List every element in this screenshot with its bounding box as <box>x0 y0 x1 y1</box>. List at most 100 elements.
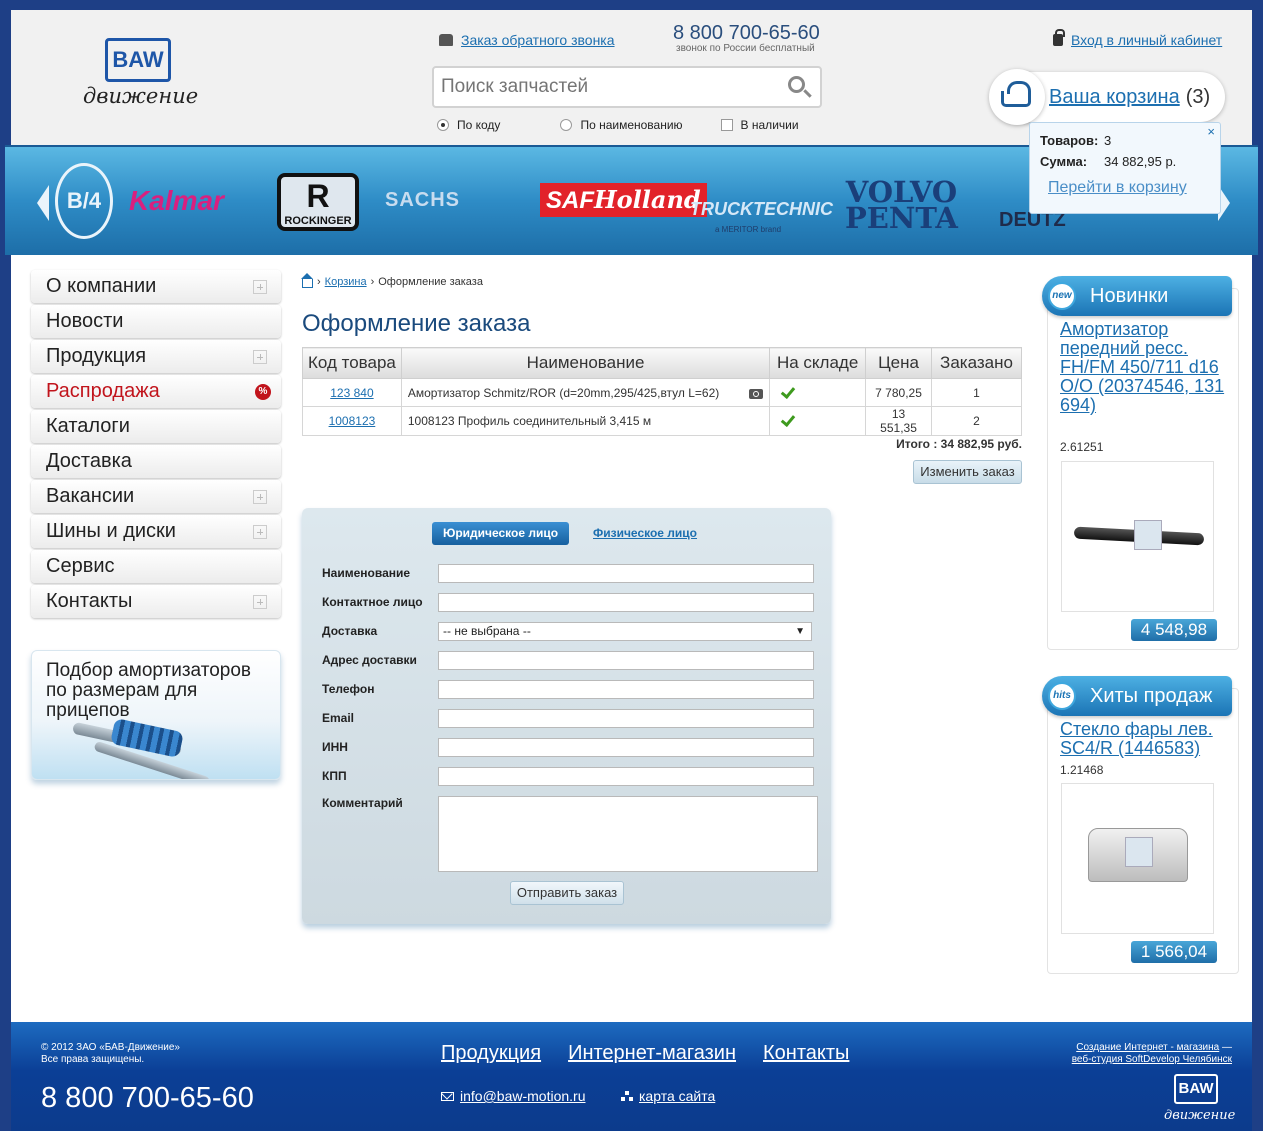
cart-sum-value: 34 882,95 р. <box>1104 154 1177 169</box>
footer-logo[interactable]: BAW движение <box>1164 1074 1236 1126</box>
search-icon[interactable] <box>788 76 812 100</box>
product-code-link[interactable]: 123 840 <box>330 386 373 400</box>
change-order-button[interactable]: Изменить заказ <box>913 460 1022 484</box>
menu-item-delivery[interactable]: Доставка <box>31 445 281 478</box>
expand-icon[interactable] <box>253 350 267 364</box>
contact-field[interactable] <box>438 593 814 612</box>
login-link[interactable]: Вход в личный кабинет <box>1071 32 1222 48</box>
brand-volvo-penta[interactable]: VOLVO PENTA <box>845 178 958 233</box>
expand-icon[interactable] <box>253 525 267 539</box>
cell-name: 1008123 Профиль соединительный 3,415 м <box>400 406 771 436</box>
go-to-cart-link[interactable]: Перейти в корзину <box>1048 179 1210 197</box>
comment-textarea[interactable] <box>438 796 818 872</box>
shock-absorber-promo[interactable]: Подбор амортизаторов по размерам для при… <box>31 650 281 780</box>
footer-logo-script: движение <box>1164 1108 1236 1123</box>
label-address: Адрес доставки <box>322 653 417 667</box>
footer: © 2012 ЗАО «БАВ-Движение» Все права защи… <box>11 1022 1252 1131</box>
credit-studio-link[interactable]: веб-студия SoftDevelop Челябинск <box>1072 1054 1232 1065</box>
expand-icon[interactable] <box>253 280 267 294</box>
address-field[interactable] <box>438 651 814 670</box>
hit-image[interactable] <box>1061 783 1214 934</box>
page-title: Оформление заказа <box>302 310 531 337</box>
name-field[interactable] <box>438 564 814 583</box>
email-link[interactable]: info@baw-motion.ru <box>460 1088 586 1104</box>
brand-sachs[interactable]: SACHS <box>385 189 460 212</box>
logo-script: движение <box>83 84 199 108</box>
cell-price: 13 551,35 <box>865 406 932 436</box>
kpp-field[interactable] <box>438 767 814 786</box>
brand-kalmar[interactable]: Kalmar <box>129 185 224 217</box>
brand-penta-text: PENTA <box>845 201 958 235</box>
cart-items-value: 3 <box>1104 133 1112 148</box>
basket-icon <box>989 69 1045 125</box>
radio-by-name[interactable]: По наименованию <box>560 118 683 132</box>
menu-item-tires[interactable]: Шины и диски <box>31 515 281 548</box>
expand-icon[interactable] <box>253 490 267 504</box>
breadcrumb-cart[interactable]: Корзина <box>325 276 367 288</box>
in-stock-checkbox[interactable]: В наличии <box>720 118 799 132</box>
expand-icon[interactable] <box>253 595 267 609</box>
cart-widget[interactable]: Ваша корзина (3) <box>989 69 1225 125</box>
menu-item-contacts[interactable]: Контакты <box>31 585 281 618</box>
brand-saf-text: SAF <box>546 187 594 214</box>
home-icon[interactable] <box>301 273 313 288</box>
site-logo[interactable]: BAW движение <box>77 32 199 127</box>
page: BAW движение Заказ обратного звонка 8 80… <box>5 10 1258 1131</box>
menu-item-catalogs[interactable]: Каталоги <box>31 410 281 443</box>
callback-link[interactable]: Заказ обратного звонка <box>461 32 615 48</box>
footer-nav-shop[interactable]: Интернет-магазин <box>568 1042 736 1065</box>
col-price: Цена <box>865 347 932 379</box>
delivery-select[interactable]: -- не выбрана -- ▼ <box>438 622 812 641</box>
camera-icon[interactable] <box>749 388 764 399</box>
inn-field[interactable] <box>438 738 814 757</box>
cart-sum-label: Сумма: <box>1040 154 1088 169</box>
menu-item-about[interactable]: О компании <box>31 270 281 303</box>
footer-nav-contacts[interactable]: Контакты <box>763 1042 849 1065</box>
copyright-line-2: Все права защищены. <box>41 1054 145 1065</box>
carousel-prev-icon[interactable] <box>37 185 49 221</box>
table-row: 123 840 Амортизатор Schmitz/ROR (d=20mm,… <box>302 378 1022 407</box>
tab-legal-entity[interactable]: Юридическое лицо <box>432 522 569 545</box>
checkbox-icon <box>720 119 733 131</box>
breadcrumb: › Корзина › Оформление заказа <box>301 273 483 288</box>
brand-rockinger[interactable]: ROCKINGER <box>277 173 359 231</box>
breadcrumb-current: Оформление заказа <box>378 276 483 288</box>
sitemap-icon <box>621 1091 633 1101</box>
menu-item-vacancies[interactable]: Вакансии <box>31 480 281 513</box>
credit-line-1: Создание Интернет - магазина — <box>1076 1042 1232 1053</box>
brand-b4[interactable]: B/4 <box>55 163 113 239</box>
menu-item-products[interactable]: Продукция <box>31 340 281 373</box>
percent-icon: % <box>255 384 271 400</box>
brand-trucktechnic[interactable]: TRUCKTECHNIC <box>690 199 833 220</box>
brand-saf-holland[interactable]: SAFHolland <box>540 183 707 217</box>
hit-link[interactable]: Стекло фары лев. SC4/R (1446583) <box>1060 720 1230 758</box>
hits-badge-icon: hits <box>1048 682 1076 710</box>
novelty-link[interactable]: Амортизатор передний ресс. FH/FM 450/711… <box>1060 320 1230 415</box>
shock-absorber-image <box>71 718 222 779</box>
menu-item-news[interactable]: Новости <box>31 305 281 338</box>
footer-nav-products[interactable]: Продукция <box>441 1042 541 1065</box>
footer-sitemap: карта сайта <box>621 1088 715 1104</box>
menu-item-label: Распродажа <box>46 380 160 402</box>
credit-link[interactable]: Создание Интернет - магазина <box>1076 1042 1219 1053</box>
label-kpp: КПП <box>322 769 347 783</box>
radio-on-icon <box>437 119 449 131</box>
product-code-link[interactable]: 1008123 <box>329 414 376 428</box>
col-qty: Заказано <box>931 347 1022 379</box>
hits-box: hits Хиты продаж Стекло фары лев. SC4/R … <box>1042 676 1239 974</box>
search-input[interactable] <box>434 68 774 106</box>
phone-field[interactable] <box>438 680 814 699</box>
menu-item-service[interactable]: Сервис <box>31 550 281 583</box>
menu-item-label: Контакты <box>46 590 133 612</box>
label-contact: Контактное лицо <box>322 595 423 609</box>
radio-by-code[interactable]: По коду <box>437 118 500 132</box>
sitemap-link[interactable]: карта сайта <box>639 1088 715 1104</box>
novelty-image[interactable] <box>1061 461 1214 612</box>
cart-link[interactable]: Ваша корзина <box>1049 86 1180 109</box>
menu-item-sale[interactable]: Распродажа% <box>31 375 281 408</box>
table-header-row: Код товара Наименование На складе Цена З… <box>302 347 1022 379</box>
email-field[interactable] <box>438 709 814 728</box>
tab-individual[interactable]: Физическое лицо <box>593 526 697 540</box>
close-icon[interactable]: × <box>1207 124 1215 139</box>
submit-order-button[interactable]: Отправить заказ <box>510 881 624 905</box>
